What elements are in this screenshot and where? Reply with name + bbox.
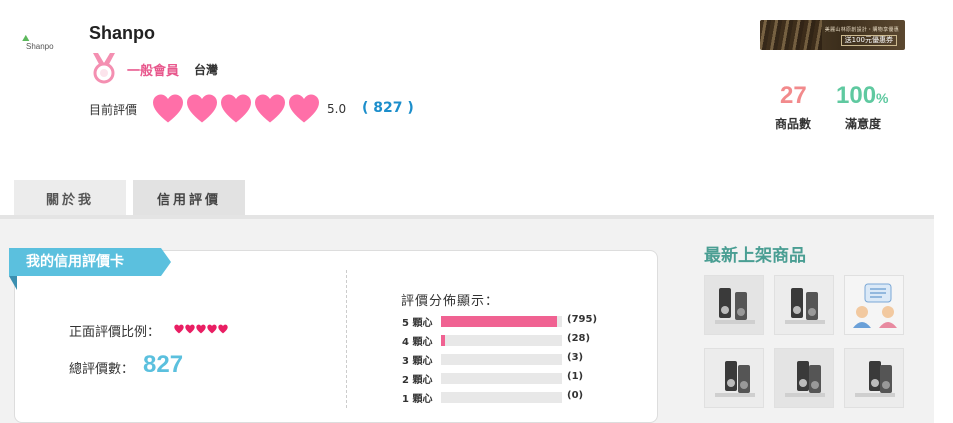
distribution-row-count: (0): [567, 390, 584, 401]
heart-icon: [174, 324, 184, 334]
satisfaction-value: 100%: [836, 82, 889, 110]
distribution-bar: [441, 335, 562, 346]
positive-ratio-label: 正面評價比例：: [69, 325, 161, 340]
total-reviews-value: 827: [143, 351, 184, 378]
heart-icon: [185, 324, 195, 334]
distribution-row: 5 顆心 (795): [402, 314, 612, 329]
distribution-row-label: 3 顆心: [402, 356, 433, 367]
member-level: 一般會員: [127, 64, 180, 79]
ribbon-fold: [9, 276, 17, 290]
heart-icon: [153, 94, 183, 123]
total-reviews-label: 總評價數：: [69, 362, 135, 377]
distribution-row: 3 顆心 (3): [402, 352, 612, 367]
distribution-row: 4 顆心 (28): [402, 333, 612, 348]
shop-profile-page: ⛰ Shanpo Shanpo 一般會員 台灣 目前評價 5.0 ( 827 )…: [0, 0, 953, 423]
heart-icon: [207, 324, 217, 334]
medal-icon: [93, 53, 115, 84]
rating-score: 5.0: [327, 102, 347, 116]
distribution-bar: [441, 392, 562, 403]
products-label: 商品數: [775, 117, 812, 131]
distribution-bar-fill: [441, 316, 558, 327]
heart-icon: [221, 94, 251, 123]
rating-hearts: [152, 93, 320, 124]
distribution-row-count: (1): [567, 371, 584, 382]
logo-text: Shanpo: [26, 42, 54, 51]
distribution-row-count: (28): [567, 333, 591, 344]
satisfaction-label: 滿意度: [845, 117, 882, 131]
rating-label: 目前評價: [89, 103, 138, 117]
distribution-bar: [441, 373, 562, 384]
satisfaction-unit: %: [876, 90, 889, 106]
distribution-bar: [441, 354, 562, 365]
heart-icon: [187, 94, 217, 123]
new-products-title: 最新上架商品: [704, 246, 806, 266]
tab-about[interactable]: 關於我: [14, 180, 126, 216]
heart-icon: [218, 324, 228, 334]
shop-logo[interactable]: ⛰ Shanpo: [20, 34, 62, 56]
tab-credit-rating[interactable]: 信用評價: [133, 180, 245, 216]
heart-icon: [255, 94, 285, 123]
distribution-row-count: (795): [567, 314, 598, 325]
banner-coupon: 送100元優惠券: [840, 35, 897, 46]
positive-ratio-hearts: [174, 324, 228, 334]
chat-people-icon: [845, 276, 903, 334]
distribution-row-label: 4 顆心: [402, 337, 433, 348]
distribution-row: 2 顆心 (1): [402, 371, 612, 386]
review-count-link[interactable]: ( 827 ): [362, 100, 414, 116]
product-thumbnail[interactable]: [704, 275, 764, 335]
product-thumbnail[interactable]: [774, 348, 834, 408]
speaker-product-icon: [775, 276, 833, 334]
speaker-product-icon: [845, 349, 903, 407]
product-thumbnail[interactable]: [844, 275, 904, 335]
distribution-row-count: (3): [567, 352, 584, 363]
card-divider: [346, 270, 347, 408]
distribution-row-label: 2 顆心: [402, 375, 433, 386]
speaker-product-icon: [705, 276, 763, 334]
distribution-bar-fill: [441, 335, 446, 346]
product-thumbnail[interactable]: [704, 348, 764, 408]
satisfaction-number: 100: [836, 82, 877, 109]
heart-icon: [196, 324, 206, 334]
credit-card-title: 我的信用評價卡: [9, 248, 171, 276]
distribution-row-label: 5 顆心: [402, 318, 433, 329]
product-thumbnail[interactable]: [774, 275, 834, 335]
distribution-row-label: 1 顆心: [402, 394, 433, 405]
promo-banner[interactable]: 美麗山林原創設計・購物享優惠 送100元優惠券: [760, 20, 905, 50]
shop-name: Shanpo: [89, 23, 155, 43]
distribution-row: 1 顆心 (0): [402, 390, 612, 405]
banner-text: 美麗山林原創設計・購物享優惠: [824, 27, 899, 33]
speaker-product-icon: [705, 349, 763, 407]
distribution-bar: [441, 316, 562, 327]
products-count: 27: [780, 82, 807, 109]
speaker-product-icon: [775, 349, 833, 407]
shop-region: 台灣: [194, 63, 219, 77]
product-thumbnail[interactable]: [844, 348, 904, 408]
heart-icon: [289, 94, 319, 123]
banner-image: [760, 20, 822, 50]
distribution-title: 評價分佈顯示：: [401, 294, 500, 309]
